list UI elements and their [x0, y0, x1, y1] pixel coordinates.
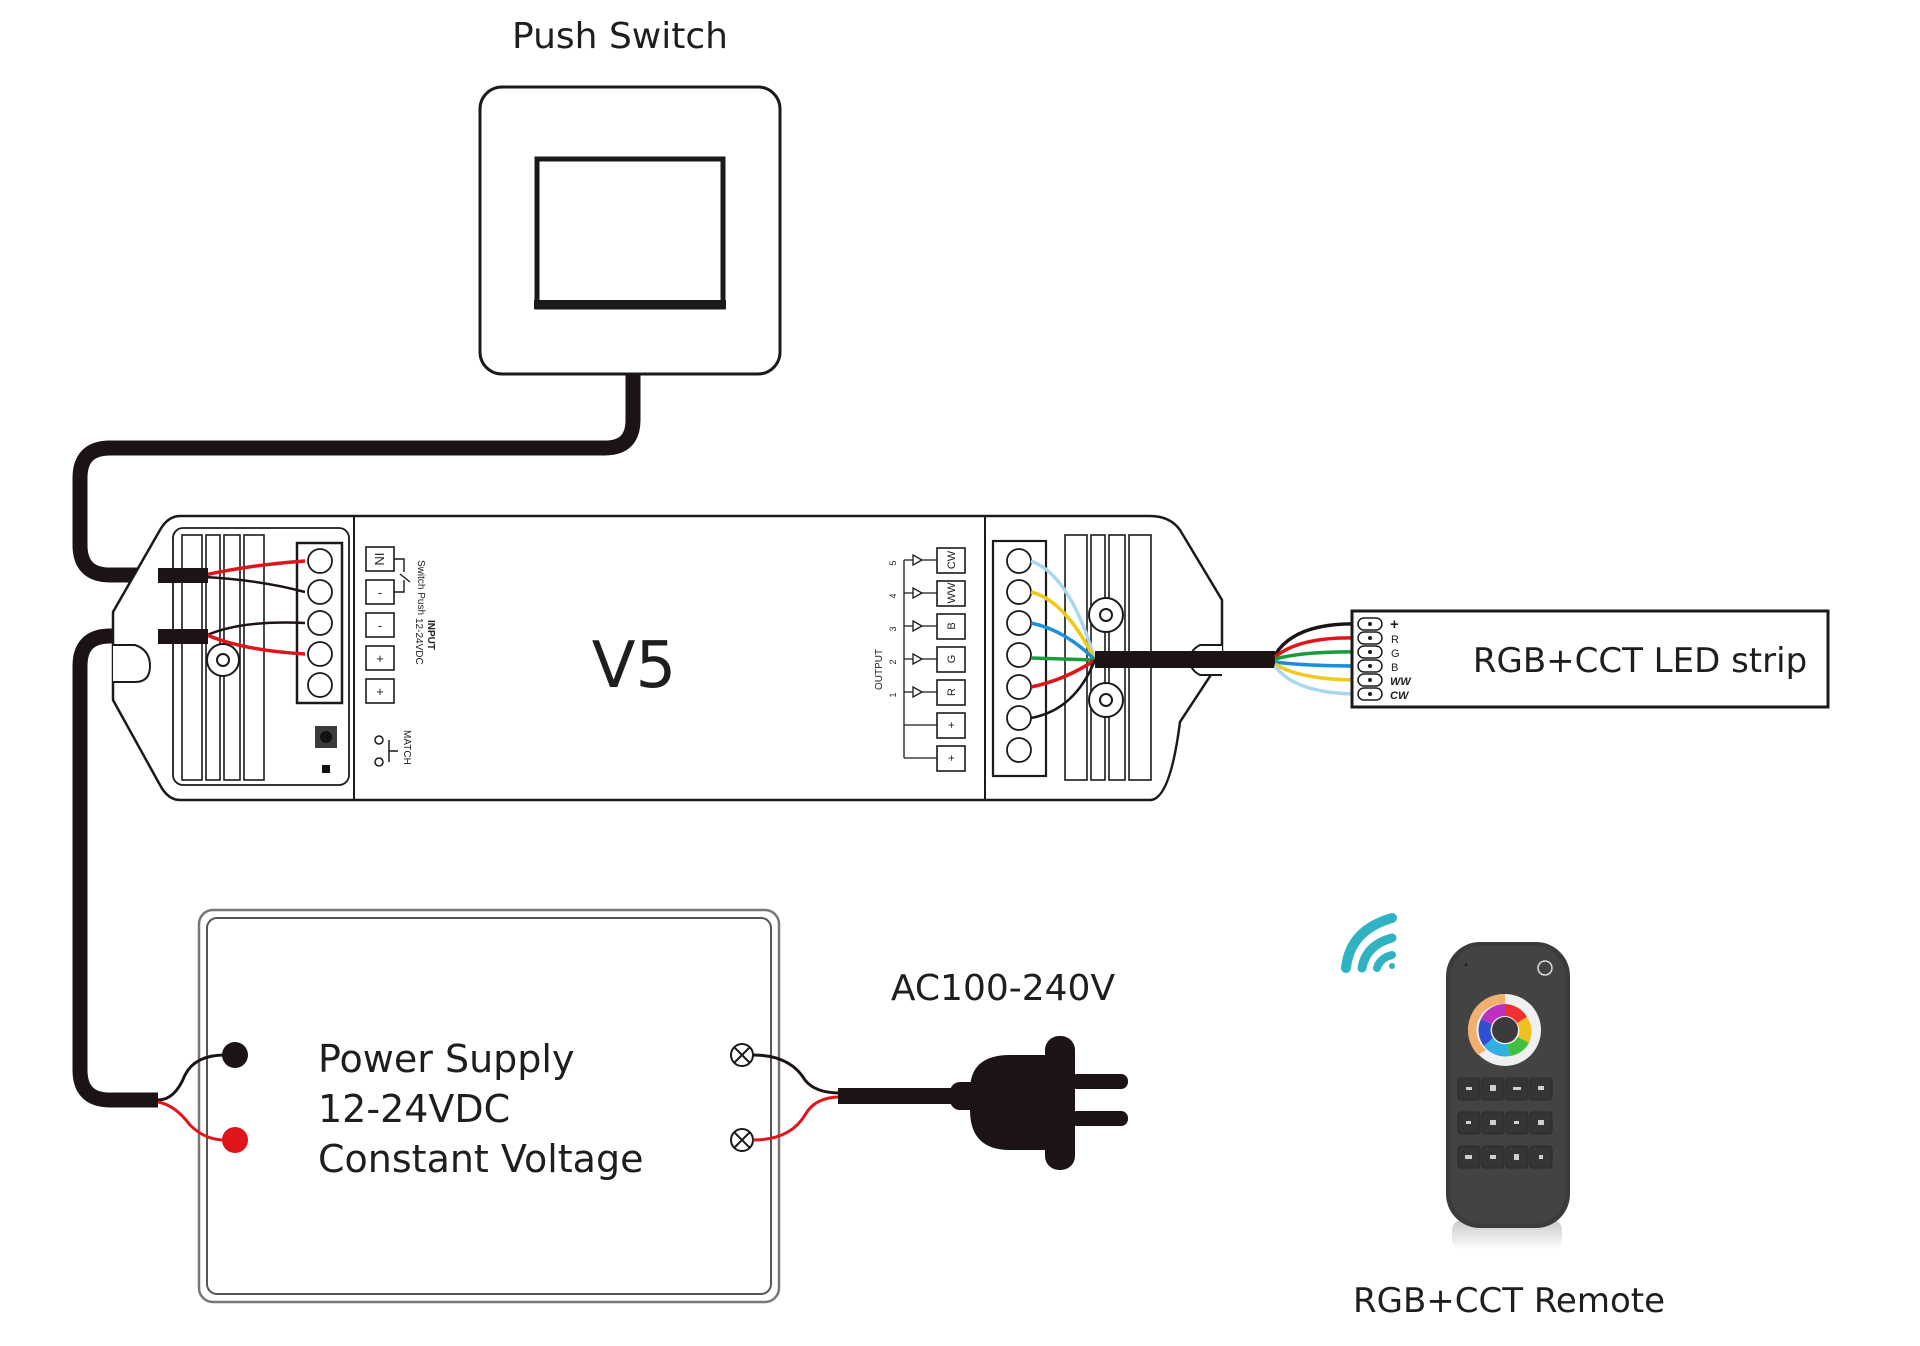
led-strip-label: RGB+CCT LED strip [1473, 641, 1807, 681]
power-supply-type: Constant Voltage [318, 1137, 643, 1181]
plug-body [970, 1055, 1050, 1150]
match-label: MATCH [401, 730, 412, 765]
channel-2: 2 [888, 659, 898, 664]
terminal-minus-2: - [378, 618, 382, 633]
wiring-diagram: Push Switch IN - - + + Switch Push INPUT… [72, 16, 1830, 1321]
controller: IN - - + + Switch Push INPUT 12-24VDC MA… [111, 514, 1275, 802]
terminal-cw: CW [946, 550, 958, 569]
power-supply: Power Supply 12-24VDC Constant Voltage [157, 908, 841, 1304]
strip-pin-g: G [1391, 648, 1400, 660]
channel-3: 3 [888, 626, 898, 631]
dc-positive-terminal [222, 1127, 248, 1153]
strip-pin-r: R [1391, 634, 1399, 646]
mains-voltage-label: AC100-240V [891, 968, 1116, 1009]
plug-cord [838, 1088, 958, 1104]
channel-4: 4 [888, 593, 898, 598]
terminal-g: G [946, 655, 958, 664]
strip-pin-plus: + [1390, 616, 1399, 633]
push-switch-shadow [534, 300, 726, 309]
mount-tab-left [113, 644, 152, 683]
strip-wires [1273, 622, 1361, 696]
terminal-minus-1: - [378, 585, 382, 600]
strip-pin-b: B [1391, 662, 1398, 674]
plug-prong-bottom [1070, 1111, 1128, 1126]
push-switch: Push Switch [478, 16, 782, 376]
channel-1: 1 [888, 692, 898, 697]
remote-control: RGB+CCT Remote [1341, 913, 1665, 1321]
dc-negative-terminal [222, 1042, 248, 1068]
push-switch-label: Push Switch [512, 16, 728, 57]
switch-push-label: Switch Push [415, 560, 426, 615]
channel-5: 5 [888, 560, 898, 565]
terminal-ww: WW [946, 582, 958, 603]
terminal-plus-out-2: + [946, 755, 958, 761]
input-label: INPUT [425, 620, 436, 650]
input-voltage-label: 12-24VDC [413, 618, 424, 665]
terminal-in: IN [372, 553, 387, 566]
push-switch-button [534, 156, 726, 310]
strip-pin-ww: WW [1390, 676, 1412, 688]
ac-plug: AC100-240V [838, 968, 1128, 1170]
remote-label: RGB+CCT Remote [1353, 1281, 1665, 1321]
terminal-plus-out-1: + [946, 722, 958, 728]
output-title: OUTPUT [874, 649, 885, 690]
terminal-r: R [946, 688, 958, 696]
controller-model: V5 [592, 629, 677, 703]
plug-prong-top [1070, 1074, 1128, 1089]
led-strip: + R G B WW CW RGB+CCT LED strip [1350, 609, 1830, 709]
strip-pin-cw: CW [1390, 690, 1410, 702]
wireless-signal-icon [1341, 913, 1397, 973]
terminal-plus-1: + [376, 651, 384, 666]
power-supply-name: Power Supply [318, 1037, 574, 1081]
terminal-plus-2: + [376, 684, 384, 699]
terminal-b: B [946, 622, 958, 629]
power-supply-voltage: 12-24VDC [318, 1087, 510, 1131]
